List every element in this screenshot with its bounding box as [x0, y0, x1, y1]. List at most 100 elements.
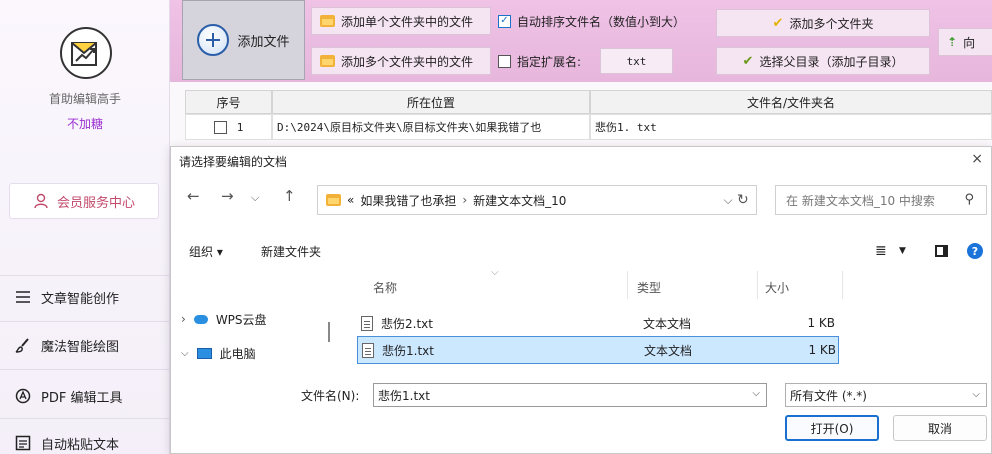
filetype-select[interactable]: 所有文件 (*.*) ⌵ — [785, 383, 987, 407]
sidebar-item-paste[interactable]: 自动粘贴文本 — [15, 428, 165, 454]
add-multi-folder-files-label: 添加多个文件夹中的文件 — [341, 54, 474, 69]
menu-lines-icon — [16, 291, 30, 303]
collapse-chevron-icon[interactable]: ⌵ — [181, 348, 189, 359]
column-header-index[interactable]: 序号 — [185, 90, 272, 114]
file-list: ⌵ 名称 类型 大小 悲伤2.txt 文本文档 1 KB 悲伤1.txt 文本文… — [337, 267, 843, 369]
text-file-icon — [361, 315, 373, 331]
chevron-down-icon[interactable]: ⌵ — [752, 388, 760, 399]
search-input[interactable]: 在 新建文本文档_10 中搜索 ⚲ — [775, 185, 987, 215]
breadcrumb-prefix[interactable]: « — [347, 193, 354, 207]
column-divider[interactable] — [757, 271, 758, 299]
direction-label: 向 — [963, 35, 976, 50]
extension-input[interactable]: txt — [600, 48, 673, 74]
table-row-location[interactable]: D:\2024\原目标文件夹\原目标文件夹\如果我错了也 — [272, 114, 590, 140]
chevron-down-icon[interactable]: ⌵ — [972, 389, 980, 400]
view-dropdown-icon[interactable]: ▼ — [899, 246, 906, 256]
user-icon — [34, 193, 48, 209]
file-size: 1 KB — [807, 316, 835, 330]
column-header-name[interactable]: 文件名/文件夹名 — [590, 90, 992, 114]
up-arrow-icon[interactable]: ↑ — [283, 187, 296, 205]
pane-splitter[interactable] — [328, 322, 330, 342]
add-single-folder-label: 添加单个文件夹中的文件 — [341, 14, 474, 29]
add-multiple-folders-button[interactable]: ✔ 添加多个文件夹 — [716, 9, 930, 37]
column-divider[interactable] — [627, 271, 628, 299]
app-status[interactable]: 不加糖 — [0, 115, 170, 132]
auto-sort-label: 自动排序文件名（数值小到大） — [517, 14, 686, 29]
command-bar: 组织 ▾ 新建文件夹 ≣ ▼ ? — [171, 235, 991, 267]
breadcrumb-item[interactable]: 如果我错了也承担 — [360, 192, 456, 209]
brush-icon — [15, 338, 29, 353]
add-file-button[interactable]: 添加文件 — [182, 0, 305, 80]
column-header-type[interactable]: 类型 — [637, 275, 661, 299]
filetype-value: 所有文件 (*.*) — [790, 388, 867, 403]
sidebar-item-label: PDF 编辑工具 — [41, 390, 123, 406]
sidebar-item-pdf[interactable]: PDF 编辑工具 — [15, 381, 165, 411]
refresh-icon[interactable]: ↻ — [737, 192, 749, 208]
check-mark-icon: ✔ — [772, 15, 784, 31]
add-multiple-folders-label: 添加多个文件夹 — [789, 16, 874, 31]
filename-input[interactable]: 悲伤1.txt ⌵ — [373, 383, 767, 407]
sidebar-item-drawing[interactable]: 魔法智能绘图 — [15, 330, 165, 360]
cancel-button[interactable]: 取消 — [893, 415, 987, 441]
pdf-icon — [15, 388, 31, 404]
sidebar-item-label: 文章智能创作 — [41, 291, 120, 307]
add-multi-folder-files-button[interactable]: 添加多个文件夹中的文件 — [311, 47, 491, 75]
row-index: 1 — [236, 120, 244, 134]
specify-ext-checkbox[interactable]: 指定扩展名: — [498, 50, 581, 72]
divider — [0, 321, 170, 322]
cloud-icon — [193, 314, 208, 324]
nav-item-this-pc[interactable]: ⌵ 此电脑 — [181, 341, 256, 365]
toolbar: 添加文件 添加单个文件夹中的文件 添加多个文件夹中的文件 ✓ 自动排序文件名（数… — [170, 0, 992, 82]
file-name: 悲伤2.txt — [381, 316, 433, 331]
dialog-title: 请选择要编辑的文档 — [179, 155, 288, 169]
column-divider[interactable] — [842, 271, 843, 299]
column-header-size[interactable]: 大小 — [765, 275, 789, 299]
direction-button[interactable]: ⇡ 向 — [938, 28, 992, 56]
organize-menu[interactable]: 组织 ▾ — [189, 243, 223, 260]
add-single-folder-button[interactable]: 添加单个文件夹中的文件 — [311, 7, 491, 35]
view-options-icon[interactable]: ≣ — [875, 243, 887, 259]
divider — [0, 275, 170, 276]
sidebar-item-article[interactable]: 文章智能创作 — [15, 282, 165, 312]
file-size: 1 KB — [808, 343, 836, 357]
preview-pane-icon[interactable] — [935, 245, 948, 257]
checkbox-unchecked-icon — [498, 54, 511, 68]
open-file-dialog: 请选择要编辑的文档 × ← → ⌵ ↑ « 如果我错了也承担 › 新建文本文档_… — [170, 146, 992, 454]
specify-ext-label: 指定扩展名: — [517, 54, 582, 69]
column-header-location[interactable]: 所在位置 — [272, 90, 590, 114]
app-logo-icon — [60, 27, 112, 79]
add-file-label: 添加文件 — [237, 34, 290, 50]
plus-icon — [197, 24, 230, 56]
nav-item-wps-cloud[interactable]: › WPS云盘 — [181, 307, 267, 331]
open-button[interactable]: 打开(O) — [785, 415, 879, 441]
nav-item-label: 此电脑 — [219, 346, 256, 361]
history-chevron-icon[interactable]: ⌵ — [251, 191, 259, 205]
address-bar[interactable]: « 如果我错了也承担 › 新建文本文档_10 ⌵ — [317, 185, 757, 215]
help-icon[interactable]: ? — [967, 243, 983, 259]
new-folder-button[interactable]: 新建文件夹 — [261, 243, 321, 260]
member-center-button[interactable]: 会员服务中心 — [9, 183, 159, 219]
breadcrumb-item[interactable]: 新建文本文档_10 — [473, 192, 566, 209]
file-type: 文本文档 — [643, 316, 692, 331]
expand-chevron-icon[interactable]: › — [181, 312, 186, 326]
sidebar-item-label: 魔法智能绘图 — [41, 339, 120, 355]
arrow-up-icon: ⇡ — [947, 35, 958, 49]
member-center-label: 会员服务中心 — [56, 195, 135, 211]
auto-sort-checkbox[interactable]: ✓ 自动排序文件名（数值小到大） — [498, 10, 685, 32]
computer-icon — [196, 347, 212, 359]
check-mark-icon: ✔ — [742, 53, 754, 69]
close-button[interactable]: × — [971, 151, 983, 167]
row-checkbox[interactable] — [213, 120, 227, 134]
sidebar-item-label: 自动粘贴文本 — [41, 437, 120, 453]
file-row[interactable]: 悲伤2.txt 文本文档 1 KB — [357, 309, 839, 337]
table-row-name[interactable]: 悲伤1. txt — [590, 114, 992, 140]
forward-arrow-icon[interactable]: → — [221, 187, 234, 205]
table-row-index[interactable]: 1 — [185, 114, 272, 140]
choose-parent-dir-button[interactable]: ✔ 选择父目录（添加子目录） — [716, 47, 930, 75]
filename-value: 悲伤1.txt — [378, 388, 430, 403]
back-arrow-icon[interactable]: ← — [187, 187, 200, 205]
paste-icon — [15, 435, 31, 451]
column-header-name[interactable]: 名称 — [373, 275, 397, 299]
filename-label: 文件名(N): — [301, 389, 360, 403]
file-row-selected[interactable]: 悲伤1.txt 文本文档 1 KB — [357, 336, 839, 364]
